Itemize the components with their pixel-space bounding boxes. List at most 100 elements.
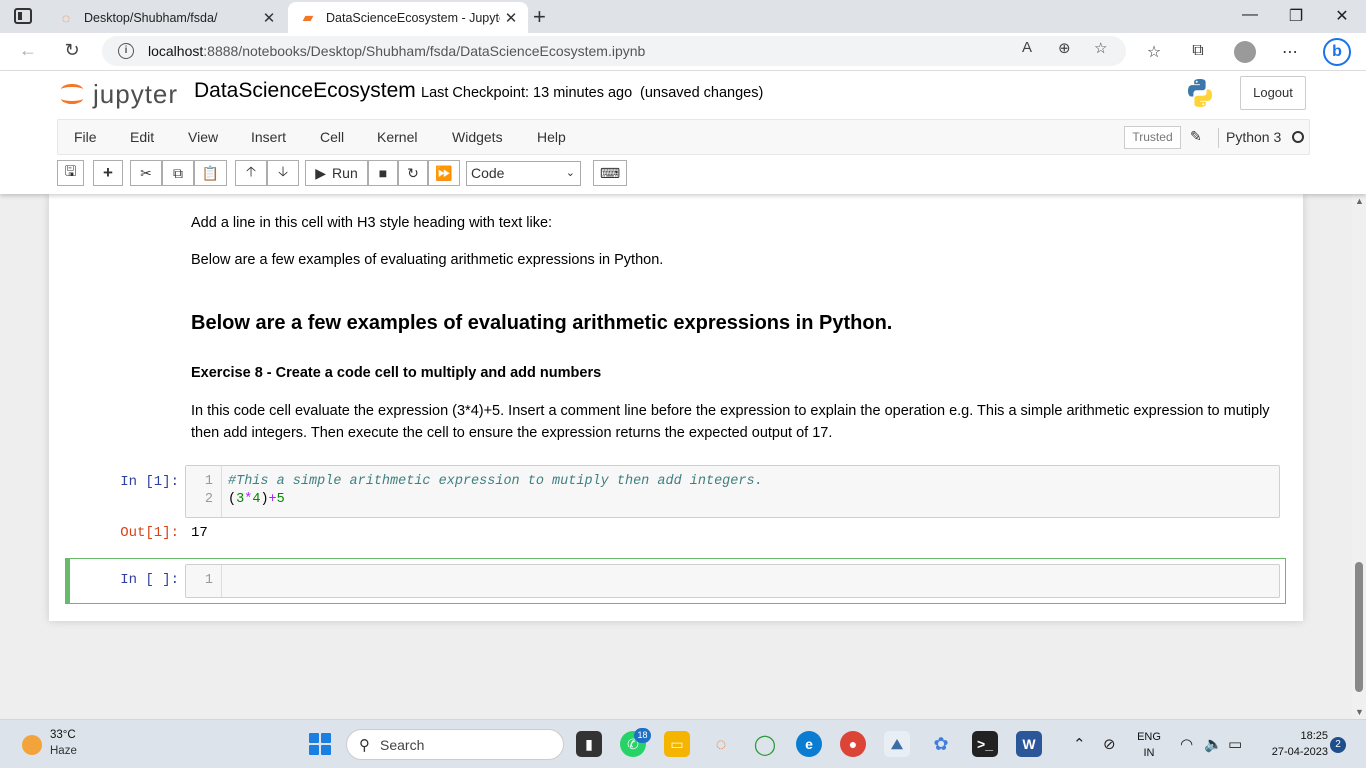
tab-title: Desktop/Shubham/fsda/ — [84, 10, 218, 25]
terminal-icon[interactable]: >_ — [972, 731, 998, 757]
jupyter-header: jupyter DataScienceEcosystem Last Checkp… — [0, 71, 1366, 194]
tab-actions-icon[interactable] — [14, 8, 32, 24]
file-explorer-icon[interactable]: ▭ — [664, 731, 690, 757]
taskbar-search[interactable]: ⚲ Search — [346, 729, 564, 760]
anaconda-icon[interactable]: ✿ — [928, 731, 954, 757]
profile-avatar[interactable] — [1234, 41, 1256, 63]
word-icon[interactable]: W — [1016, 731, 1042, 757]
clock-time[interactable]: 18:25 — [1256, 730, 1328, 742]
code-comment: #This a simple arithmetic expression to … — [228, 474, 763, 489]
menu-edit[interactable]: Edit — [130, 129, 154, 145]
run-button[interactable]: ▶ Run — [305, 160, 368, 186]
menu-kernel[interactable]: Kernel — [377, 129, 417, 145]
menu-view[interactable]: View — [188, 129, 218, 145]
edge-browser-icon[interactable]: e — [796, 731, 822, 757]
notebook-scroll-area[interactable]: Add a line in this cell with H3 style he… — [0, 194, 1366, 719]
restart-button[interactable]: ↻ — [398, 160, 428, 186]
weather-haze-icon[interactable] — [22, 735, 42, 755]
jupyter-app-icon[interactable]: ◌ — [708, 731, 734, 757]
browser-tab-bar: ◌ Desktop/Shubham/fsda/ ✕ ▰ DataScienceE… — [0, 0, 1366, 33]
restore-icon[interactable]: ❐ — [1286, 6, 1306, 26]
insert-cell-button[interactable]: + — [93, 160, 123, 186]
browser-tab-files[interactable]: ◌ Desktop/Shubham/fsda/ ✕ — [46, 2, 286, 33]
task-view-icon[interactable]: ▮ — [576, 731, 602, 757]
favorites-icon[interactable]: ☆ — [1143, 42, 1165, 62]
scroll-down-icon[interactable]: ▼ — [1355, 707, 1364, 717]
menu-help[interactable]: Help — [537, 129, 566, 145]
site-info-icon[interactable]: i — [118, 43, 134, 59]
minimize-icon[interactable]: — — [1240, 6, 1260, 24]
code-cell-input-empty[interactable]: 1 — [185, 564, 1280, 598]
save-button[interactable]: 🖫 — [57, 160, 84, 186]
collections-icon[interactable]: ⧉ — [1187, 42, 1209, 60]
kernel-name[interactable]: Python 3 — [1226, 129, 1281, 145]
show-hidden-icons-icon[interactable]: ⌃ — [1073, 735, 1086, 753]
code-token: 5 — [276, 492, 285, 507]
notification-count-badge[interactable]: 2 — [1330, 737, 1346, 753]
cut-button[interactable]: ✂ — [130, 160, 162, 186]
trusted-indicator[interactable]: Trusted — [1124, 126, 1181, 149]
tab-title: DataScienceEcosystem - Jupyter — [326, 10, 500, 25]
windows-taskbar: 33°C Haze ⚲ Search ▮ ✆ 18 ▭ ◌ ◯ e ● ⛰ ✿ … — [0, 719, 1366, 768]
markdown-line: Add a line in this cell with H3 style he… — [191, 215, 553, 231]
code-cell-input[interactable]: 1 2 #This a simple arithmetic expression… — [185, 465, 1280, 518]
line-number: 1 — [204, 573, 213, 588]
code-token: ( — [228, 492, 237, 507]
paste-button[interactable]: 📋 — [194, 160, 227, 186]
url-box[interactable]: i localhost:8888/notebooks/Desktop/Shubh… — [102, 36, 1126, 66]
wifi-icon[interactable]: ◠ — [1180, 735, 1193, 753]
battery-icon[interactable]: ▭ — [1228, 735, 1242, 753]
cell-type-select[interactable]: Code ⌄ — [466, 161, 581, 186]
network-off-icon[interactable]: ⊘ — [1103, 735, 1116, 753]
code-text[interactable]: #This a simple arithmetic expression to … — [228, 473, 763, 509]
kernel-divider — [1218, 128, 1219, 148]
url-text[interactable]: localhost:8888/notebooks/Desktop/Shubham… — [148, 43, 645, 59]
line-number: 1 — [204, 474, 213, 489]
markdown-line: Below are a few examples of evaluating a… — [191, 252, 664, 268]
page-scrollbar[interactable]: ▲ ▼ — [1352, 194, 1366, 719]
window-close-icon[interactable]: ✕ — [1332, 6, 1352, 26]
restart-run-all-button[interactable]: ⏩ — [428, 160, 460, 186]
command-palette-button[interactable]: ⌨ — [593, 160, 627, 186]
scroll-up-icon[interactable]: ▲ — [1355, 196, 1364, 206]
close-tab-icon[interactable]: ✕ — [500, 9, 522, 27]
language-line1[interactable]: ENG — [1134, 731, 1164, 743]
weather-condition[interactable]: Haze — [50, 745, 77, 757]
interrupt-button[interactable]: ■ — [368, 160, 398, 186]
cell-output: 17 — [191, 525, 208, 541]
photos-icon[interactable]: ⛰ — [884, 731, 910, 757]
close-tab-icon[interactable]: ✕ — [258, 9, 280, 27]
app-ring-icon[interactable]: ◯ — [752, 731, 778, 757]
language-line2[interactable]: IN — [1134, 747, 1164, 759]
zoom-icon[interactable]: ⊕ — [1058, 39, 1071, 57]
add-favorite-icon[interactable]: ☆ — [1094, 39, 1107, 57]
logout-button[interactable]: Logout — [1240, 76, 1306, 110]
browser-tab-notebook[interactable]: ▰ DataScienceEcosystem - Jupyter ✕ — [288, 2, 528, 33]
clock-date[interactable]: 27-04-2023 — [1256, 746, 1328, 758]
cell-type-value: Code — [471, 165, 505, 181]
move-up-button[interactable]: 🡡 — [235, 160, 267, 186]
taskbar-search-label: Search — [380, 736, 425, 753]
fast-forward-icon: ⏩ — [435, 164, 453, 181]
new-tab-icon[interactable]: + — [533, 4, 546, 30]
chrome-icon[interactable]: ● — [840, 731, 866, 757]
bing-chat-icon[interactable]: b — [1323, 38, 1351, 66]
menu-insert[interactable]: Insert — [251, 129, 286, 145]
refresh-icon[interactable]: ↻ — [60, 40, 84, 61]
weather-temperature[interactable]: 33°C — [50, 729, 76, 741]
volume-muted-icon[interactable]: 🔈 — [1204, 735, 1223, 753]
menu-widgets[interactable]: Widgets — [452, 129, 503, 145]
move-down-button[interactable]: 🡣 — [267, 160, 299, 186]
line-number: 2 — [204, 492, 213, 507]
notebook-name[interactable]: DataScienceEcosystem — [194, 79, 416, 103]
copy-button[interactable]: ⧉ — [162, 160, 194, 186]
notebook-toolbar: 🖫 + ✂ ⧉ 📋 🡡 🡣 ▶ Run ■ ↻ ⏩ Code ⌄ ⌨ — [57, 160, 657, 188]
menu-cell[interactable]: Cell — [320, 129, 344, 145]
jupyter-logo[interactable]: jupyter — [61, 79, 178, 109]
read-aloud-icon[interactable]: A — [1022, 39, 1032, 56]
menu-file[interactable]: File — [74, 129, 97, 145]
scrollbar-thumb[interactable] — [1355, 562, 1363, 692]
more-options-icon[interactable]: ⋯ — [1279, 42, 1301, 62]
back-icon[interactable]: ← — [16, 40, 40, 61]
start-windows-icon[interactable] — [309, 733, 331, 755]
